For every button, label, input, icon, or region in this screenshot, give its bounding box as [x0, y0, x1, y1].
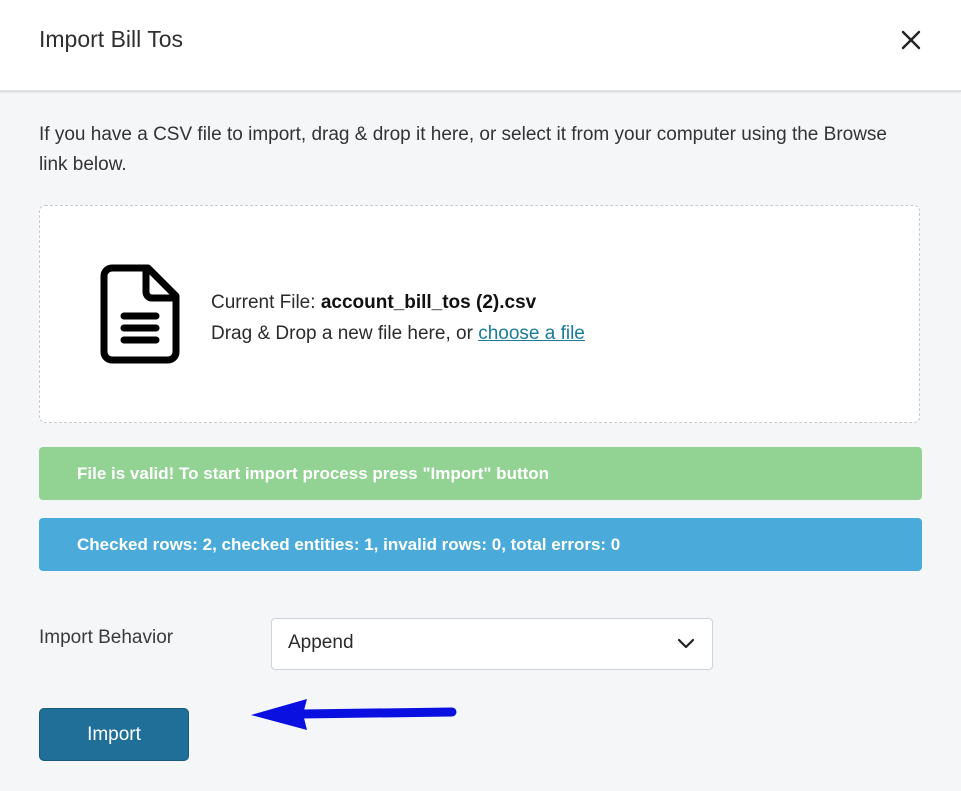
file-dropzone[interactable]: Current File: account_bill_tos (2).csv D… — [39, 205, 920, 423]
choose-file-link[interactable]: choose a file — [478, 323, 585, 344]
validation-success-alert: File is valid! To start import process p… — [39, 447, 922, 500]
import-modal: Import Bill Tos If you have a CSV file t… — [0, 0, 961, 791]
import-behavior-value: Append — [288, 632, 354, 653]
annotation-arrow — [245, 693, 460, 738]
intro-text: If you have a CSV file to import, drag &… — [39, 124, 887, 175]
current-file-label: Current File: — [211, 292, 321, 313]
close-icon[interactable] — [896, 25, 926, 55]
import-behavior-select[interactable]: Append — [271, 618, 713, 670]
modal-header: Import Bill Tos — [0, 0, 961, 92]
import-behavior-label: Import Behavior — [39, 627, 174, 648]
chevron-down-icon — [676, 637, 696, 651]
document-icon — [100, 264, 180, 364]
import-button[interactable]: Import — [39, 708, 189, 761]
validation-summary-alert: Checked rows: 2, checked entities: 1, in… — [39, 518, 922, 571]
current-file-line: Current File: account_bill_tos (2).csv — [211, 287, 585, 318]
file-info: Current File: account_bill_tos (2).csv D… — [211, 287, 585, 349]
drag-drop-line: Drag & Drop a new file here, or choose a… — [211, 318, 585, 349]
modal-title: Import Bill Tos — [39, 26, 184, 52]
current-file-name: account_bill_tos (2).csv — [320, 292, 537, 313]
drag-drop-text: Drag & Drop a new file here, or — [211, 323, 479, 344]
